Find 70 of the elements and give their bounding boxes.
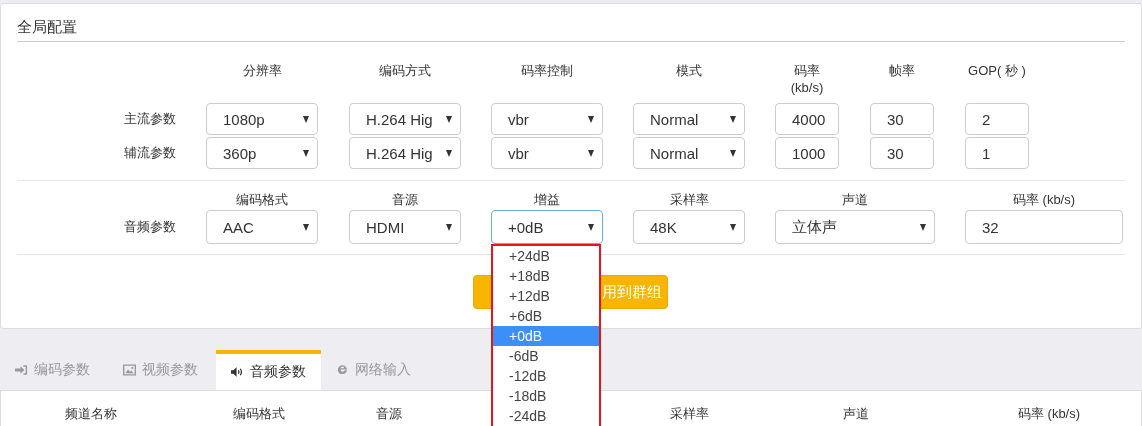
select-field[interactable]: H.264 Hig (349, 137, 461, 169)
select-field[interactable]: +0dB (491, 210, 603, 244)
column-header: 码率控制 (521, 62, 573, 79)
row-label: 音频参数 (123, 218, 176, 236)
input-field[interactable]: 2 (965, 103, 1029, 135)
column-header: 码率 (kb/s) (1016, 405, 1082, 423)
select-field[interactable]: 48K (633, 210, 745, 244)
input-field[interactable]: 1000 (775, 137, 839, 169)
column-header: 分辨率 (242, 62, 282, 79)
input-field[interactable]: 32 (965, 210, 1123, 244)
column-header: 帧率 (889, 62, 915, 79)
column-header: 声道 (841, 191, 869, 208)
dropdown-option[interactable]: +12dB (493, 286, 599, 306)
speaker-icon (231, 366, 244, 378)
select-field[interactable]: HDMI (349, 210, 461, 244)
dropdown-option[interactable]: +24dB (493, 246, 599, 266)
caret-icon (303, 149, 309, 157)
browser-e-icon (336, 364, 349, 376)
dropdown-option[interactable]: +6dB (493, 306, 599, 326)
row-label: 主流参数 (123, 110, 176, 128)
input-field[interactable]: 4000 (775, 103, 839, 135)
column-header: 增益 (533, 191, 561, 208)
caret-icon (588, 115, 594, 123)
caret-icon (446, 223, 452, 231)
caret-icon (730, 223, 736, 231)
image-icon (123, 364, 136, 376)
input-field[interactable]: 1 (965, 137, 1029, 169)
column-header: 码率 (794, 62, 820, 79)
dropdown-option[interactable]: +18dB (493, 266, 599, 286)
select-field[interactable]: vbr (491, 137, 603, 169)
dropdown-option[interactable]: -6dB (493, 346, 599, 366)
select-field[interactable]: H.264 Hig (349, 103, 461, 135)
dropdown-option[interactable]: -18dB (493, 386, 599, 406)
caret-icon (588, 149, 594, 157)
select-field[interactable]: 1080p (206, 103, 318, 135)
column-header: 音源 (391, 191, 419, 208)
caret-icon (730, 115, 736, 123)
select-field[interactable]: Normal (633, 103, 745, 135)
select-field[interactable]: AAC (206, 210, 318, 244)
column-header: 编码格式 (235, 191, 289, 208)
select-field[interactable]: Normal (633, 137, 745, 169)
caret-icon (446, 115, 452, 123)
column-header: 频道名称 (64, 405, 118, 423)
select-field[interactable]: vbr (491, 103, 603, 135)
caret-icon (588, 223, 594, 231)
column-header: 编码格式 (232, 405, 286, 423)
column-header: 采样率 (668, 405, 710, 423)
caret-icon (920, 223, 926, 231)
input-field[interactable]: 30 (870, 137, 934, 169)
caret-icon (303, 223, 309, 231)
dropdown-option[interactable]: -24dB (493, 406, 599, 426)
caret-icon (446, 149, 452, 157)
caret-icon (730, 149, 736, 157)
column-header: 编码方式 (379, 62, 431, 79)
caret-icon (303, 115, 309, 123)
row-label: 辅流参数 (123, 144, 176, 162)
dropdown-option[interactable]: -12dB (493, 366, 599, 386)
select-field[interactable]: 360p (206, 137, 318, 169)
panel-title: 全局配置 (17, 18, 78, 37)
column-header: GOP( 秒 ) (968, 62, 1026, 79)
column-header: 声道 (842, 405, 870, 423)
tab[interactable]: 音频参数 (216, 350, 321, 390)
column-header: 采样率 (668, 191, 710, 208)
column-header: 码率 (kb/s) (1011, 191, 1077, 208)
column-header: 模式 (676, 62, 702, 79)
sign-in-icon (15, 364, 28, 376)
column-header: (kb/s) (790, 79, 824, 96)
column-header: 音源 (375, 405, 403, 423)
select-field[interactable]: 立体声 (775, 210, 935, 244)
input-field[interactable]: 30 (870, 103, 934, 135)
